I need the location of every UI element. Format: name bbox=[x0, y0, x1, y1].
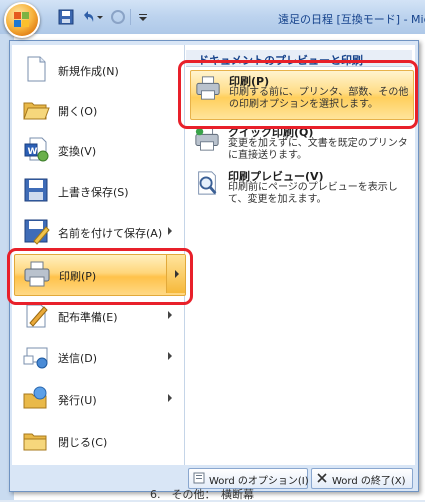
close-folder-icon bbox=[23, 433, 47, 451]
menu-item-label: 新規作成(N) bbox=[58, 65, 119, 78]
redo-icon[interactable] bbox=[110, 9, 126, 25]
open-folder-icon bbox=[23, 102, 50, 120]
menu-item-new[interactable]: 新規作成(N) bbox=[14, 50, 184, 90]
menu-item-label: 名前を付けて保存(A) bbox=[58, 227, 163, 240]
menu-item-print[interactable]: 印刷(P) bbox=[14, 254, 186, 296]
submenu-item-quick-print[interactable]: クイック印刷(Q) 変更を加えずに、文書を既定のプリンタに直接送ります。 bbox=[190, 122, 412, 164]
submenu-arrow-icon bbox=[168, 227, 172, 235]
printer-icon bbox=[24, 261, 50, 287]
menu-item-publish[interactable]: 発行(U) bbox=[14, 379, 184, 419]
menu-item-label: 開く(O) bbox=[58, 105, 98, 118]
menu-item-convert[interactable]: W 変換(V) bbox=[14, 130, 184, 170]
word-options-label: Word のオプション(I) bbox=[209, 476, 309, 487]
submenu-arrow-icon bbox=[168, 352, 172, 360]
menu-item-label: 閉じる(C) bbox=[58, 436, 108, 449]
submenu-arrow-icon bbox=[168, 311, 172, 319]
menu-item-label: 印刷(P) bbox=[59, 270, 97, 283]
options-icon bbox=[193, 472, 205, 484]
menu-item-open[interactable]: 開く(O) bbox=[14, 90, 184, 130]
undo-dropdown-icon[interactable] bbox=[96, 9, 104, 25]
convert-icon: W bbox=[24, 137, 49, 162]
send-icon bbox=[23, 347, 48, 369]
print-preview-icon bbox=[198, 171, 217, 195]
menu-item-label: 上書き保存(S) bbox=[58, 186, 129, 199]
office-button[interactable] bbox=[4, 2, 40, 38]
submenu-item-description: 印刷前にページのプレビューを表示して、変更を加えます。 bbox=[228, 182, 398, 205]
save-icon bbox=[24, 178, 48, 202]
new-document-icon bbox=[27, 56, 46, 82]
undo-icon[interactable] bbox=[80, 9, 96, 25]
menu-item-label: 発行(U) bbox=[58, 394, 97, 407]
submenu-item-description: 変更を加えずに、文書を既定のプリンタに直接送ります。 bbox=[228, 138, 408, 161]
close-icon bbox=[317, 473, 327, 483]
submenu-item-description: 印刷する前に、プリンタ、部数、その他の印刷オプションを選択します。 bbox=[229, 87, 409, 110]
menu-item-save[interactable]: 上書き保存(S) bbox=[14, 171, 184, 211]
customize-toolbar-icon[interactable] bbox=[138, 9, 148, 25]
quick-save-icon[interactable] bbox=[58, 9, 74, 25]
menu-item-save-as[interactable]: 名前を付けて保存(A) bbox=[14, 212, 184, 252]
quick-access-separator bbox=[130, 9, 131, 25]
submenu-arrow-icon bbox=[168, 394, 172, 402]
submenu-item-print[interactable]: 印刷(P) 印刷する前に、プリンタ、部数、その他の印刷オプションを選択します。 bbox=[190, 70, 414, 120]
window-title: 遠足の日程 [互換モード] - Micr bbox=[278, 13, 425, 26]
printer-icon bbox=[196, 76, 220, 100]
menu-item-label: 配布準備(E) bbox=[58, 311, 118, 324]
right-pane-header-text: ドキュメントのプレビューと印刷 bbox=[198, 54, 363, 67]
office-logo-icon bbox=[14, 12, 30, 28]
menu-item-label: 送信(D) bbox=[58, 352, 98, 365]
menu-item-label: 変換(V) bbox=[58, 145, 97, 158]
save-as-icon bbox=[24, 219, 50, 245]
word-exit-button[interactable]: Word の終了(X) bbox=[311, 468, 413, 489]
menu-item-close[interactable]: 閉じる(C) bbox=[14, 421, 184, 461]
prepare-icon bbox=[26, 304, 48, 328]
title-bar: 遠足の日程 [互換モード] - Micr bbox=[0, 0, 425, 38]
publish-icon bbox=[23, 386, 47, 409]
menu-item-send[interactable]: 送信(D) bbox=[14, 337, 184, 377]
right-pane-header: ドキュメントのプレビューと印刷 bbox=[186, 50, 412, 67]
word-exit-label: Word の終了(X) bbox=[332, 476, 406, 487]
quick-print-icon bbox=[195, 127, 219, 151]
menu-item-prepare[interactable]: 配布準備(E) bbox=[14, 296, 184, 336]
svg-text:W: W bbox=[28, 147, 38, 157]
submenu-item-print-preview[interactable]: 印刷プレビュー(V) 印刷前にページのプレビューを表示して、変更を加えます。 bbox=[190, 166, 412, 208]
submenu-arrow-icon bbox=[175, 270, 179, 278]
